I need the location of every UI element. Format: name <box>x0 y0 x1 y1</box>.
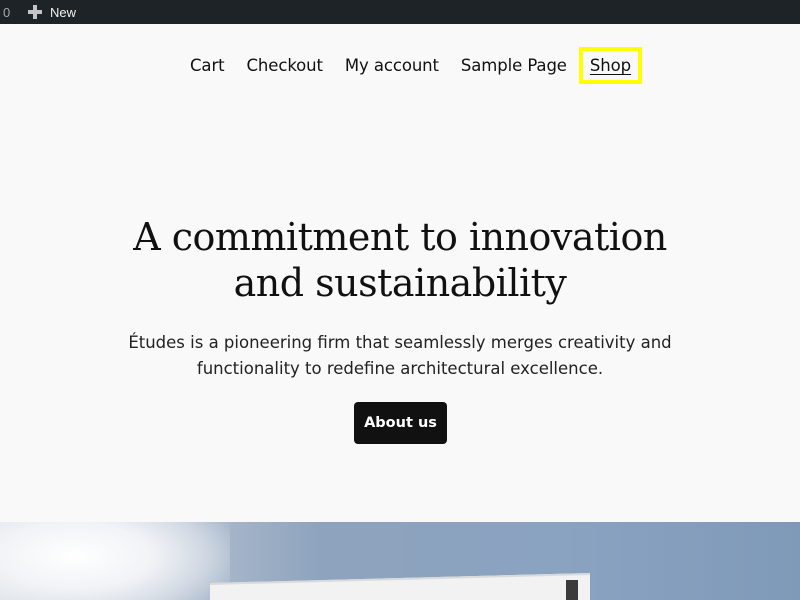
admin-new-label: New <box>50 4 77 20</box>
building-edge-shape <box>566 580 578 600</box>
nav-item-shop[interactable]: Shop <box>578 47 642 84</box>
hero-description: Études is a pioneering firm that seamles… <box>0 330 800 382</box>
building-roof-shape <box>210 573 590 600</box>
hero-title-line-2: and sustainability <box>233 261 567 305</box>
admin-new-button[interactable]: New <box>26 0 82 24</box>
about-us-button[interactable]: About us <box>354 402 447 444</box>
nav-item-sample-page[interactable]: Sample Page <box>449 49 577 82</box>
main-navigation: Cart Checkout My account Sample Page Sho… <box>0 47 800 84</box>
cloud-shape <box>0 522 230 600</box>
nav-item-cart[interactable]: Cart <box>178 49 235 82</box>
plus-icon <box>28 5 42 19</box>
nav-item-my-account[interactable]: My account <box>333 49 449 82</box>
nav-item-checkout[interactable]: Checkout <box>235 49 333 82</box>
hero-description-line-1: Études is a pioneering firm that seamles… <box>128 333 672 352</box>
hero-title: A commitment to innovation and sustainab… <box>0 214 800 306</box>
hero-building-image <box>0 522 800 600</box>
hero-description-line-2: functionality to redefine architectural … <box>196 359 604 378</box>
admin-comment-count[interactable]: 0 <box>0 5 26 20</box>
admin-bar: 0 New <box>0 0 800 24</box>
hero-title-line-1: A commitment to innovation <box>133 215 667 259</box>
